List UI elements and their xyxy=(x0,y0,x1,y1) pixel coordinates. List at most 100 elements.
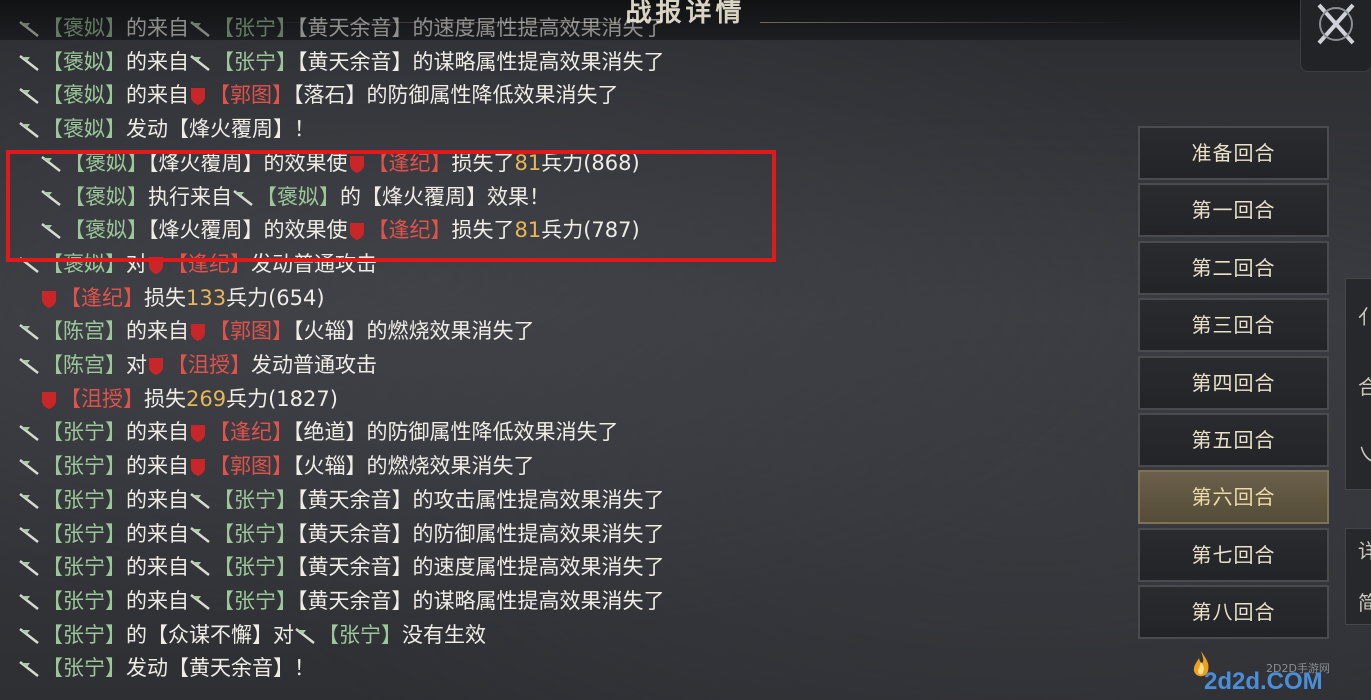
round-button-3[interactable]: 第二回合 xyxy=(1138,240,1329,295)
round-button-2[interactable]: 第一回合 xyxy=(1138,183,1329,238)
enemy-name: 【逢纪】 xyxy=(209,420,293,445)
log-entry: 【张宁】的来自 【张宁】【黄天余音】的攻击属性提高效果消失了 xyxy=(18,483,665,517)
side-tab-glyph-3: 乀 xyxy=(1358,443,1371,467)
ally-name: 【褒姒】 xyxy=(42,49,126,74)
highlight-box xyxy=(6,150,776,262)
log-text: 发动普通攻击 xyxy=(251,353,377,377)
ally-name: 【张宁】 xyxy=(42,656,126,681)
ally-name: 【褒姒】 xyxy=(42,83,126,108)
log-text: 【落石】的防御属性降低效果消失了 xyxy=(293,83,619,108)
crossed-swords-close-icon xyxy=(1317,3,1355,45)
side-tab-glyph-2: 合 xyxy=(1358,375,1371,399)
ally-name: 【张宁】 xyxy=(213,16,297,40)
log-text: 的来自 xyxy=(126,420,189,445)
red-shield-icon xyxy=(191,459,205,477)
green-flag-icon xyxy=(190,54,210,71)
log-text: 兵力(1827) xyxy=(226,386,338,411)
log-text: 的来自 xyxy=(126,49,189,74)
ally-name: 【陈宫】 xyxy=(42,319,126,344)
green-flag-icon xyxy=(19,21,39,37)
round-button-6[interactable]: 第五回合 xyxy=(1138,413,1329,467)
ally-name: 【张宁】 xyxy=(213,49,297,74)
red-shield-icon xyxy=(191,324,205,342)
side-tab-panel[interactable]: 亻 合 乀 xyxy=(1345,278,1371,490)
enemy-name: 【郭图】 xyxy=(209,83,293,108)
log-text: 发动【黄天余音】！ xyxy=(126,656,315,681)
log-text: 的来自 xyxy=(126,521,189,546)
green-flag-icon xyxy=(19,358,39,374)
log-text: 【黄天余音】的谋略属性提高效果消失了 xyxy=(297,49,665,74)
log-text: 损失 xyxy=(144,285,186,310)
log-entry: 【张宁】的来自 【逢纪】【绝道】的防御属性降低效果消失了 xyxy=(18,415,619,449)
green-flag-icon xyxy=(19,88,39,105)
log-entry: 【张宁】发动【黄天余音】！ xyxy=(18,651,315,685)
log-text: 【黄天余音】的速度属性提高效果消失了 xyxy=(297,16,665,40)
round-button-9[interactable]: 第八回合 xyxy=(1138,585,1329,640)
enemy-name: 【沮授】 xyxy=(60,386,144,411)
log-text: 【黄天余音】的速度属性提高效果消失了 xyxy=(297,555,665,580)
damage-value: 269 xyxy=(186,386,227,411)
watermark: 2D2D手游网 2d2d.COM xyxy=(1190,648,1370,700)
round-button-7[interactable]: 第六回合 xyxy=(1138,470,1329,525)
enemy-name: 【郭图】 xyxy=(209,454,293,479)
green-flag-icon xyxy=(19,425,39,442)
log-entry: 【张宁】的来自 【张宁】【黄天余音】的速度属性提高效果消失了 xyxy=(18,550,665,584)
view-toggle-panel[interactable]: 详 简 xyxy=(1345,528,1371,625)
ally-name: 【张宁】 xyxy=(213,487,297,512)
log-entry: 【褒姒】发动【烽火覆周】！ xyxy=(18,112,315,146)
ally-name: 【张宁】 xyxy=(42,420,126,445)
log-text: 兵力(654) xyxy=(226,285,325,310)
log-text: 的来自 xyxy=(126,16,189,40)
round-button-1[interactable]: 准备回合 xyxy=(1138,126,1329,180)
log-entry: 【褒姒】的来自 【张宁】【黄天余音】的速度属性提高效果消失了 xyxy=(18,11,665,45)
green-flag-icon xyxy=(295,627,315,644)
green-flag-icon xyxy=(19,54,39,71)
green-flag-icon xyxy=(19,627,39,644)
log-text: 的来自 xyxy=(126,83,189,108)
ally-name: 【张宁】 xyxy=(42,622,126,647)
green-flag-icon xyxy=(19,560,39,577)
ally-name: 【张宁】 xyxy=(42,487,126,512)
ally-name: 【褒姒】 xyxy=(42,117,126,142)
log-text: 【黄天余音】的防御属性提高效果消失了 xyxy=(297,521,665,546)
log-text: 【火辎】的燃烧效果消失了 xyxy=(293,319,535,344)
log-text: 发动【烽火覆周】！ xyxy=(126,117,315,142)
green-flag-icon xyxy=(19,122,39,139)
battle-log[interactable]: 【褒姒】的来自 【张宁】【黄天余音】的速度属性提高效果消失了 【褒姒】的来自 【张宁】… xyxy=(0,16,1120,700)
red-shield-icon xyxy=(191,88,205,106)
ally-name: 【张宁】 xyxy=(42,555,126,580)
log-entry: 【张宁】的来自 【郭图】【火辎】的燃烧效果消失了 xyxy=(18,449,535,483)
log-entry: 【沮授】损失269兵力(1827) xyxy=(40,382,338,416)
round-button-5[interactable]: 第四回合 xyxy=(1138,355,1329,410)
red-shield-icon xyxy=(42,391,56,409)
log-entry: 【褒姒】的来自 【郭图】【落石】的防御属性降低效果消失了 xyxy=(18,78,619,112)
log-text: 【黄天余音】的攻击属性提高效果消失了 xyxy=(297,487,665,512)
round-button-8[interactable]: 第七回合 xyxy=(1138,527,1329,582)
ally-name: 【张宁】 xyxy=(213,521,297,546)
log-entry: 【褒姒】的来自 【张宁】【黄天余音】的谋略属性提高效果消失了 xyxy=(18,45,665,79)
log-entry: 【张宁】的【众谋不懈】对 【张宁】没有生效 xyxy=(18,618,486,652)
round-button-4[interactable]: 第三回合 xyxy=(1138,298,1329,353)
enemy-name: 【沮授】 xyxy=(167,353,251,377)
log-entry: 【逢纪】损失133兵力(654) xyxy=(40,281,325,315)
green-flag-icon xyxy=(190,593,210,610)
side-tab-glyph-1: 亻 xyxy=(1358,305,1371,329)
ally-name: 【张宁】 xyxy=(42,588,126,613)
ally-name: 【张宁】 xyxy=(42,454,126,479)
log-text: 的【众谋不懈】对 xyxy=(126,622,294,647)
green-flag-icon xyxy=(19,593,39,610)
log-text: 损失 xyxy=(144,386,186,411)
close-button[interactable] xyxy=(1300,0,1371,72)
red-shield-icon xyxy=(149,358,163,375)
log-text: 对 xyxy=(126,353,147,377)
red-shield-icon xyxy=(42,290,56,308)
detail-view-tab[interactable]: 详 xyxy=(1358,535,1371,564)
brief-view-tab[interactable]: 简 xyxy=(1358,587,1371,616)
ally-name: 【张宁】 xyxy=(213,588,297,613)
green-flag-icon xyxy=(190,560,210,577)
log-text: 的来自 xyxy=(126,487,189,512)
green-flag-icon xyxy=(190,21,210,37)
green-flag-icon xyxy=(19,526,39,543)
log-text: 的来自 xyxy=(126,555,189,580)
log-entry: 【陈宫】的来自 【郭图】【火辎】的燃烧效果消失了 xyxy=(18,314,535,348)
